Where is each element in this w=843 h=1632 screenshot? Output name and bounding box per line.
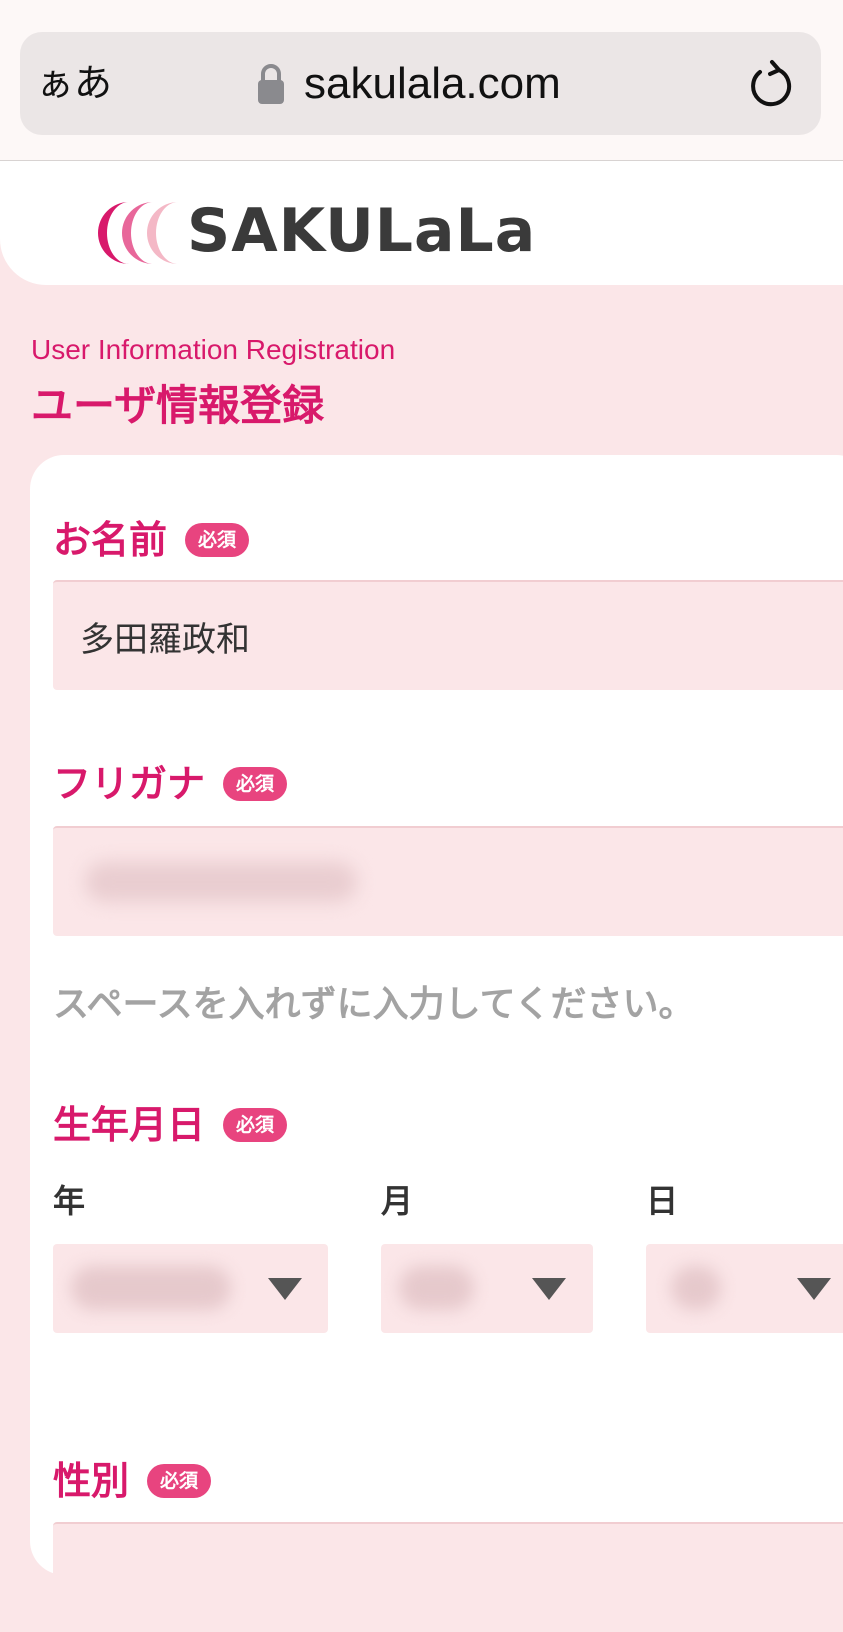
- year-select[interactable]: [53, 1244, 328, 1333]
- furigana-field-label: フリガナ 必須: [53, 759, 288, 809]
- chevron-down-icon: [268, 1278, 302, 1300]
- birthdate-label: 生年月日: [53, 1103, 206, 1147]
- site-logo[interactable]: SAKULaLa: [187, 191, 536, 271]
- year-label: 年: [53, 1182, 86, 1220]
- day-select[interactable]: [646, 1244, 843, 1333]
- page-subtitle: User Information Registration: [31, 334, 396, 365]
- name-label: お名前: [53, 518, 168, 562]
- browser-toolbar: ぁあ sakulala.com: [0, 0, 843, 161]
- furigana-label: フリガナ: [53, 762, 206, 806]
- month-value-redacted: [399, 1266, 474, 1310]
- chevron-down-icon: [532, 1278, 566, 1300]
- text-size-button[interactable]: ぁあ: [36, 58, 112, 108]
- month-label: 月: [381, 1182, 414, 1220]
- year-value-redacted: [71, 1266, 231, 1310]
- gender-label: 性別: [53, 1459, 130, 1503]
- name-input[interactable]: [53, 580, 843, 690]
- gender-select[interactable]: [53, 1522, 843, 1632]
- lock-icon: [258, 64, 284, 104]
- url-display[interactable]: sakulala.com: [256, 56, 561, 112]
- day-value-redacted: [671, 1266, 721, 1310]
- furigana-helper-text: スペースを入れずに入力してください。: [53, 984, 695, 1025]
- required-badge: 必須: [147, 1464, 212, 1498]
- required-badge: 必須: [223, 1108, 288, 1142]
- gender-field-label: 性別 必須: [53, 1456, 212, 1506]
- furigana-value-redacted: [85, 862, 357, 902]
- month-select[interactable]: [381, 1244, 593, 1333]
- day-label: 日: [646, 1182, 679, 1220]
- chevron-down-icon: [797, 1278, 831, 1300]
- reload-icon[interactable]: [746, 56, 796, 112]
- birthdate-field-label: 生年月日 必須: [53, 1100, 288, 1150]
- site-header: SAKULaLa: [0, 161, 843, 285]
- page-title: ユーザ情報登録: [31, 381, 325, 430]
- required-badge: 必須: [185, 523, 250, 557]
- url-text: sakulala.com: [304, 59, 561, 108]
- logo-mark-icon: [98, 202, 178, 264]
- required-badge: 必須: [223, 767, 288, 801]
- name-field-label: お名前 必須: [53, 515, 250, 565]
